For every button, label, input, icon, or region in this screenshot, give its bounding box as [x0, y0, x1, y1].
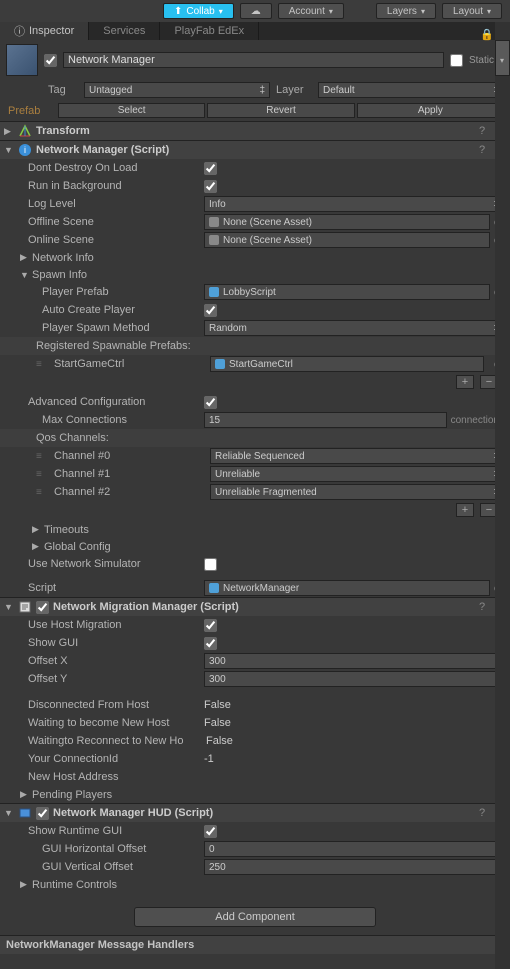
globalconfig-foldout[interactable]: Global Config: [44, 541, 111, 553]
drag-handle-icon[interactable]: ≡: [36, 451, 48, 462]
script-field[interactable]: NetworkManager: [204, 580, 490, 596]
network-icon: i: [18, 143, 32, 157]
cloud-icon: ☁: [251, 6, 261, 17]
maxconn-field[interactable]: 15: [204, 412, 447, 428]
foldout-icon: ▶: [4, 126, 14, 137]
networkmanager-header[interactable]: ▼ i Network Manager (Script) ?⚙: [0, 141, 510, 159]
offsetx-field[interactable]: 300: [204, 653, 504, 669]
layout-button[interactable]: Layout▾: [442, 3, 502, 19]
channel1-dropdown[interactable]: Unreliable‡: [210, 466, 504, 482]
spawninfo-foldout[interactable]: Spawn Info: [32, 269, 87, 281]
prefab-select-button[interactable]: Select: [58, 103, 205, 118]
gameobject-name-field[interactable]: [63, 52, 444, 68]
top-toolbar: ⬆Collab▾ ☁ Account▾ Layers▾ Layout▾: [0, 0, 510, 22]
showruntime-checkbox[interactable]: [204, 825, 217, 838]
help-icon[interactable]: ?: [475, 143, 489, 157]
pendingplayers-foldout[interactable]: Pending Players: [32, 789, 112, 801]
inspector-icon: ⓘ: [14, 23, 25, 39]
autocreate-checkbox[interactable]: [204, 304, 217, 317]
message-handlers-header[interactable]: NetworkManager Message Handlers: [0, 935, 510, 954]
runtimecontrols-foldout[interactable]: Runtime Controls: [32, 879, 117, 891]
loglevel-dropdown[interactable]: Info‡: [204, 196, 504, 212]
tag-label: Tag: [48, 84, 78, 96]
gameobject-icon[interactable]: [6, 44, 38, 76]
scrollbar-track[interactable]: [495, 22, 510, 969]
usehostmig-checkbox[interactable]: [204, 619, 217, 632]
tab-bar: ⓘInspector Services PlayFab EdEx: [0, 22, 510, 40]
static-dropdown[interactable]: ▾: [500, 56, 504, 65]
advconfig-checkbox[interactable]: [204, 396, 217, 409]
drag-handle-icon[interactable]: ≡: [36, 359, 48, 370]
account-button[interactable]: Account▾: [278, 3, 344, 19]
registered-prefabs-header: Registered Spawnable Prefabs:: [0, 337, 510, 355]
add-button[interactable]: +: [456, 375, 474, 389]
networkinfo-foldout[interactable]: Network Info: [32, 252, 94, 264]
showgui-checkbox[interactable]: [204, 637, 217, 650]
foldout-icon: ▼: [4, 808, 14, 818]
transform-icon: [18, 124, 32, 138]
connid-value: -1: [204, 753, 504, 765]
cloud-button[interactable]: ☁: [240, 3, 272, 19]
run-background-checkbox[interactable]: [204, 180, 217, 193]
onlinescene-field[interactable]: None (Scene Asset): [204, 232, 490, 248]
spawnmethod-dropdown[interactable]: Random‡: [204, 320, 504, 336]
startgame-field[interactable]: StartGameCtrl: [210, 356, 484, 372]
layers-button[interactable]: Layers▾: [376, 3, 436, 19]
collab-icon: ⬆: [174, 6, 182, 17]
waitingnew-value: False: [204, 717, 504, 729]
foldout-icon: ▼: [4, 602, 14, 612]
hud-icon: [18, 806, 32, 820]
collab-button[interactable]: ⬆Collab▾: [163, 3, 234, 19]
hud-enabled-checkbox[interactable]: [36, 807, 49, 820]
help-icon[interactable]: ?: [475, 806, 489, 820]
hud-header[interactable]: ▼ Network Manager HUD (Script) ?⚙: [0, 804, 510, 822]
static-checkbox[interactable]: [450, 54, 463, 67]
netsim-checkbox[interactable]: [204, 558, 217, 571]
gameobject-header: Static ▾: [0, 40, 510, 80]
layer-label: Layer: [276, 84, 312, 96]
tab-services[interactable]: Services: [89, 22, 160, 40]
add-component-button[interactable]: Add Component: [134, 907, 376, 927]
prefab-apply-button[interactable]: Apply: [357, 103, 504, 118]
help-icon[interactable]: ?: [475, 600, 489, 614]
drag-handle-icon[interactable]: ≡: [36, 469, 48, 480]
help-icon[interactable]: ?: [475, 124, 489, 138]
hoffset-field[interactable]: 0: [204, 841, 504, 857]
dont-destroy-checkbox[interactable]: [204, 162, 217, 175]
static-label: Static: [469, 55, 494, 66]
playerprefab-field[interactable]: LobbyScript: [204, 284, 490, 300]
transform-header[interactable]: ▶ Transform ?⚙: [0, 122, 510, 140]
tab-playfab[interactable]: PlayFab EdEx: [160, 22, 259, 40]
tab-inspector[interactable]: ⓘInspector: [0, 22, 89, 40]
add-button[interactable]: +: [456, 503, 474, 517]
migration-enabled-checkbox[interactable]: [36, 601, 49, 614]
prefab-revert-button[interactable]: Revert: [207, 103, 354, 118]
drag-handle-icon[interactable]: ≡: [36, 487, 48, 498]
foldout-icon: ▼: [4, 145, 14, 155]
svg-text:i: i: [24, 145, 26, 155]
prefab-label: Prefab: [6, 105, 56, 117]
layer-dropdown[interactable]: Default‡: [318, 82, 504, 98]
qos-channels-header: Qos Channels:: [0, 429, 510, 447]
offlinescene-field[interactable]: None (Scene Asset): [204, 214, 490, 230]
gameobject-active-checkbox[interactable]: [44, 54, 57, 67]
channel0-dropdown[interactable]: Reliable Sequenced‡: [210, 448, 504, 464]
disconnected-value: False: [204, 699, 504, 711]
channel2-dropdown[interactable]: Unreliable Fragmented‡: [210, 484, 504, 500]
offsety-field[interactable]: 300: [204, 671, 504, 687]
script-icon: [18, 600, 32, 614]
migrationmanager-header[interactable]: ▼ Network Migration Manager (Script) ?⚙: [0, 598, 510, 616]
inspector-panel: Static ▾ Tag Untagged‡ Layer Default‡ Pr…: [0, 40, 510, 954]
voffset-field[interactable]: 250: [204, 859, 504, 875]
tag-dropdown[interactable]: Untagged‡: [84, 82, 270, 98]
waitingreconnect-value: False: [206, 735, 504, 747]
timeouts-foldout[interactable]: Timeouts: [44, 524, 89, 536]
